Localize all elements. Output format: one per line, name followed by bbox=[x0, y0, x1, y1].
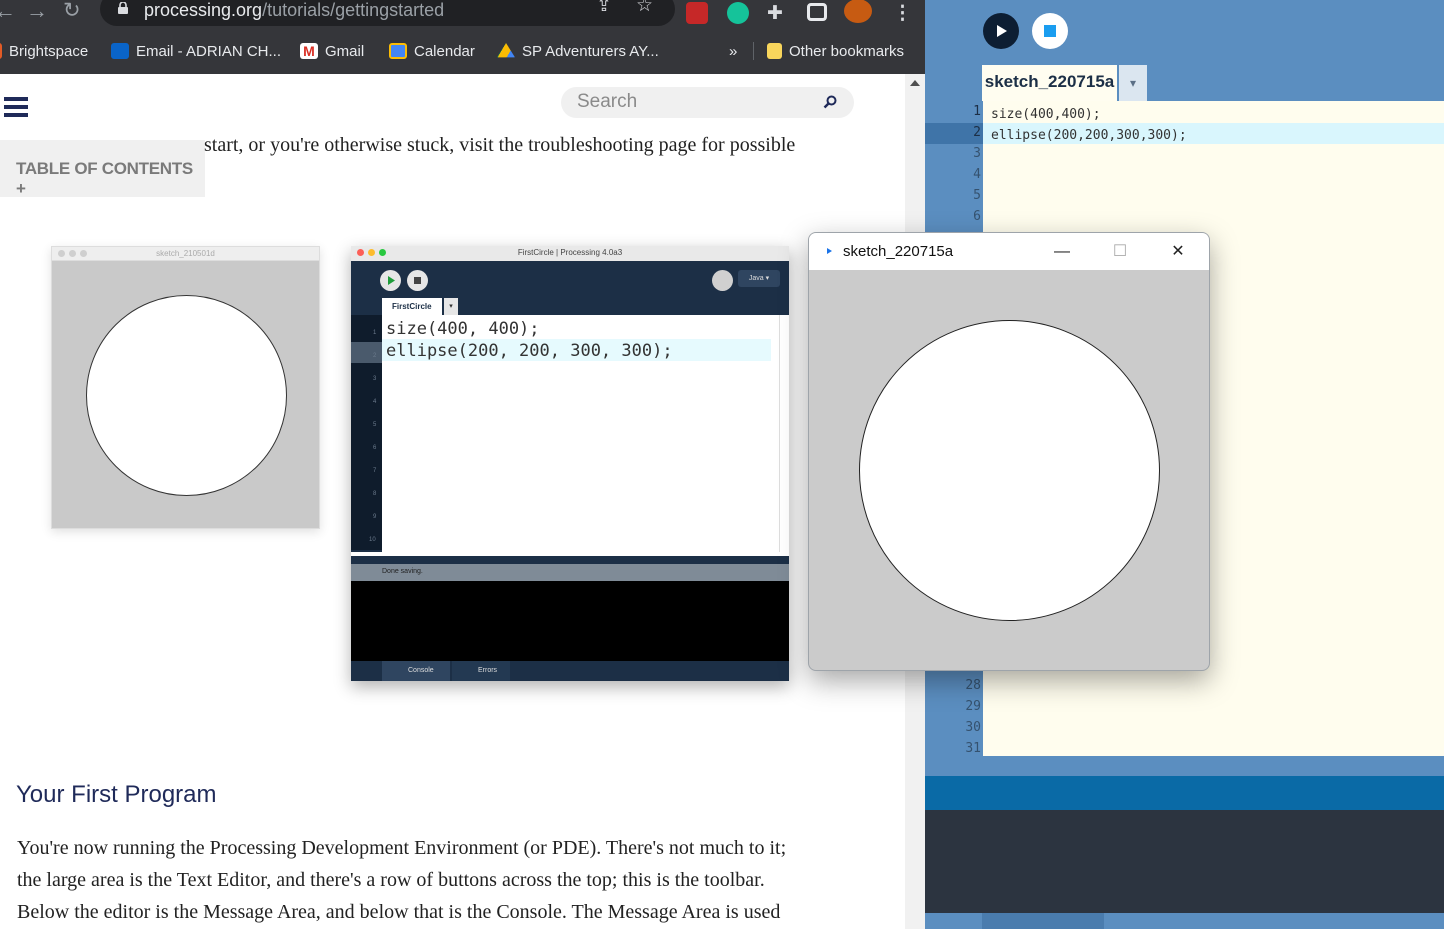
figure-code-line: size(400, 400); bbox=[386, 319, 540, 339]
line-number: 2 bbox=[973, 125, 981, 140]
line-number: 30 bbox=[965, 720, 981, 735]
stop-button[interactable] bbox=[1032, 13, 1068, 49]
hamburger-menu-icon[interactable] bbox=[4, 97, 28, 119]
extension-grammarly-icon[interactable] bbox=[727, 2, 749, 24]
tab-menu-button[interactable]: ▾ bbox=[1119, 65, 1147, 101]
line-number: 31 bbox=[965, 741, 981, 756]
profile-avatar[interactable] bbox=[844, 0, 872, 23]
outlook-icon bbox=[111, 43, 129, 59]
paragraph-line: the large area is the Text Editor, and t… bbox=[17, 869, 765, 891]
reload-icon[interactable]: ↻ bbox=[63, 0, 81, 24]
extension-mcafee-icon[interactable] bbox=[686, 2, 708, 24]
close-button[interactable]: ✕ bbox=[1149, 233, 1207, 270]
figure-console-tab: Console bbox=[382, 661, 450, 681]
console-area[interactable] bbox=[925, 810, 1444, 913]
bookmarks-overflow-button[interactable]: » bbox=[729, 40, 737, 62]
figure-console bbox=[351, 581, 789, 661]
lock-icon bbox=[118, 2, 128, 14]
bookmark-divider bbox=[753, 42, 754, 60]
bookmarks-bar: Brightspace Email - ADRIAN CH... M Gmail … bbox=[0, 36, 925, 66]
side-panel-icon[interactable] bbox=[807, 3, 827, 21]
console-tab[interactable] bbox=[982, 913, 1104, 929]
calendar-icon bbox=[389, 43, 407, 59]
code-line: ellipse(200,200,300,300); bbox=[991, 128, 1187, 143]
processing-app-icon bbox=[827, 248, 832, 254]
figure-line-gutter: 1 2 3 4 5 6 7 8 9 10 bbox=[351, 315, 382, 550]
run-icon bbox=[380, 270, 401, 291]
intro-text: start, or you're otherwise stuck, visit … bbox=[204, 134, 796, 156]
bookmark-gmail[interactable]: M Gmail bbox=[300, 40, 364, 62]
line-number: 28 bbox=[965, 678, 981, 693]
figure-window-title: sketch_210501d bbox=[156, 249, 215, 258]
debug-icon bbox=[712, 270, 733, 291]
browser-toolbar: ← → ↻ processing.org/tutorials/gettingst… bbox=[0, 0, 925, 74]
section-heading: Your First Program bbox=[16, 781, 217, 808]
message-area bbox=[925, 776, 1444, 810]
web-page: TABLE OF CONTENTS + start, or you're oth… bbox=[0, 74, 905, 929]
extensions-puzzle-icon[interactable]: ✚ bbox=[767, 2, 783, 25]
ellipse-drawing bbox=[859, 320, 1160, 621]
line-number: 3 bbox=[973, 146, 981, 161]
circle-drawing bbox=[86, 295, 287, 496]
figure-titlebar: sketch_210501d bbox=[52, 247, 319, 261]
sketch-output-window: sketch_220715a — ☐ ✕ bbox=[808, 232, 1210, 671]
paragraph-line: Below the editor is the Message Area, an… bbox=[17, 901, 781, 923]
paragraph-line: You're now running the Processing Develo… bbox=[17, 837, 787, 859]
browser-window: ← → ↻ processing.org/tutorials/gettingst… bbox=[0, 0, 925, 929]
address-bar[interactable]: processing.org/tutorials/gettingstarted … bbox=[100, 0, 675, 26]
stop-icon bbox=[1044, 25, 1056, 37]
bookmark-email[interactable]: Email - ADRIAN CH... bbox=[111, 40, 281, 62]
bookmark-sp-adventurers[interactable]: SP Adventurers AY... bbox=[497, 40, 659, 62]
url-text: processing.org/tutorials/gettingstarted bbox=[144, 0, 445, 20]
figure-titlebar: FirstCircle | Processing 4.0a3 bbox=[351, 246, 789, 261]
line-number: 4 bbox=[973, 167, 981, 182]
sketch-window-title: sketch_220715a bbox=[843, 243, 954, 260]
code-area[interactable]: size(400,400); ellipse(200,200,300,300); bbox=[991, 104, 1187, 146]
play-icon bbox=[997, 25, 1007, 37]
sketch-output-figure: sketch_210501d bbox=[51, 246, 320, 529]
code-line: size(400,400); bbox=[991, 107, 1101, 122]
search-icon[interactable] bbox=[823, 95, 837, 109]
scroll-up-icon[interactable] bbox=[910, 80, 920, 86]
line-number: 29 bbox=[965, 699, 981, 714]
line-number: 5 bbox=[973, 188, 981, 203]
menu-kebab-icon[interactable]: ⋮ bbox=[893, 2, 912, 25]
figure-window-title: FirstCircle | Processing 4.0a3 bbox=[517, 248, 623, 257]
line-number: 1 bbox=[973, 104, 981, 119]
figure-sketch-tab: FirstCircle bbox=[382, 298, 442, 315]
search-box[interactable] bbox=[561, 87, 854, 118]
drive-icon bbox=[497, 43, 515, 58]
search-input[interactable] bbox=[577, 90, 807, 114]
back-icon[interactable]: ← bbox=[0, 0, 16, 24]
figure-tab-menu: ▾ bbox=[444, 298, 458, 315]
folder-icon bbox=[767, 43, 782, 59]
sketch-titlebar[interactable]: sketch_220715a — ☐ ✕ bbox=[809, 233, 1209, 270]
share-icon[interactable]: ⇪ bbox=[596, 0, 612, 17]
maximize-button[interactable]: ☐ bbox=[1091, 233, 1149, 270]
figure-text-editor: size(400, 400); ellipse(200, 200, 300, 3… bbox=[382, 315, 780, 552]
bookmark-brightspace[interactable]: Brightspace bbox=[0, 40, 88, 62]
figure-message-area: Done saving. bbox=[351, 564, 789, 581]
bookmark-other[interactable]: Other bookmarks bbox=[767, 40, 904, 62]
mode-selector: Java ▾ bbox=[738, 270, 780, 287]
brightspace-icon bbox=[0, 43, 2, 59]
line-number: 6 bbox=[973, 209, 981, 224]
sketch-tab[interactable]: sketch_220715a bbox=[982, 65, 1117, 101]
figure-code-line: ellipse(200, 200, 300, 300); bbox=[386, 341, 673, 361]
pde-screenshot-figure: FirstCircle | Processing 4.0a3 Java ▾ Fi… bbox=[351, 246, 789, 681]
figure-errors-tab: Errors bbox=[452, 661, 510, 681]
forward-icon[interactable]: → bbox=[26, 0, 48, 24]
gmail-icon: M bbox=[300, 43, 318, 59]
star-icon[interactable]: ☆ bbox=[636, 0, 653, 17]
minimize-button[interactable]: — bbox=[1033, 233, 1091, 270]
run-button[interactable] bbox=[983, 13, 1019, 49]
bookmark-calendar[interactable]: Calendar bbox=[389, 40, 475, 62]
stop-icon bbox=[407, 270, 428, 291]
table-of-contents-button[interactable]: TABLE OF CONTENTS + bbox=[0, 140, 205, 198]
